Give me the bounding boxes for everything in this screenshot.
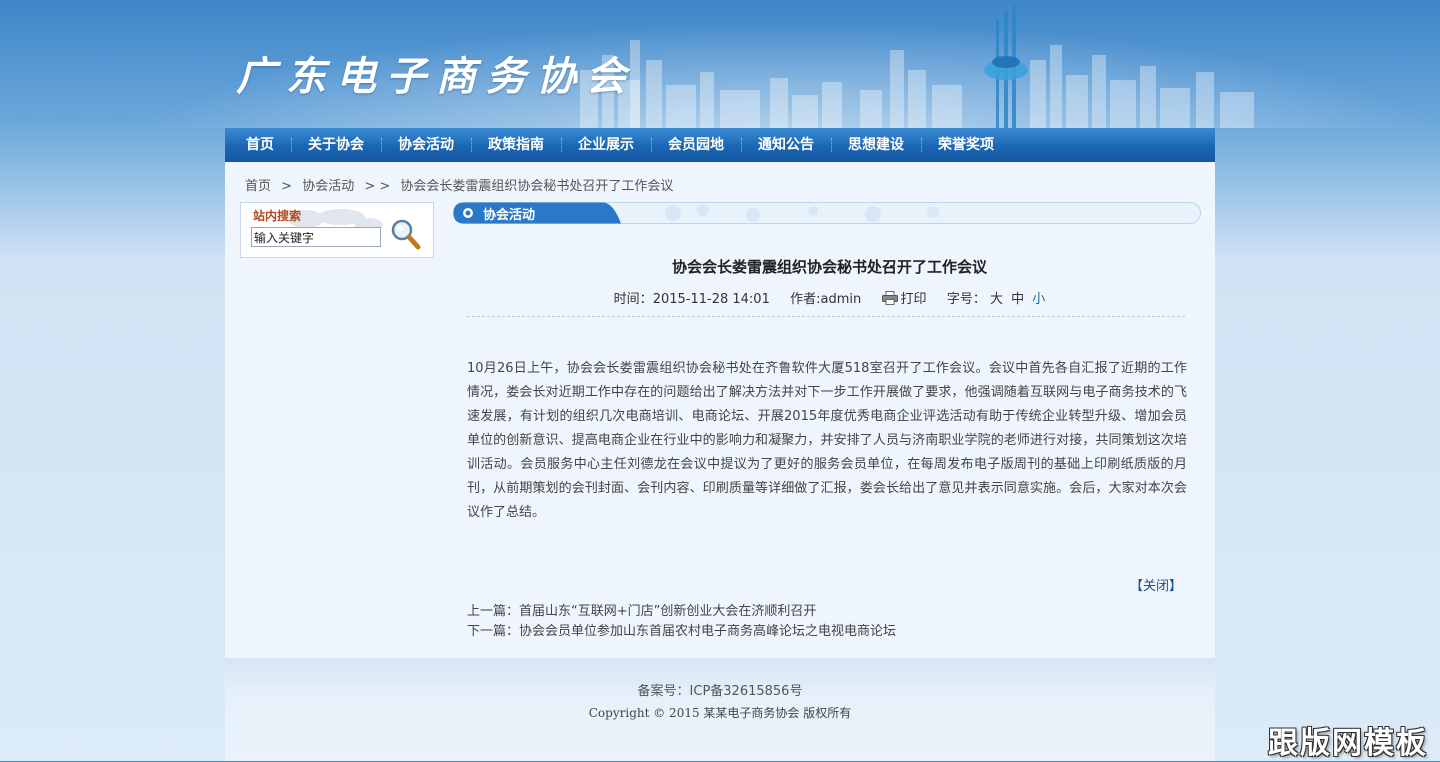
nav-item-home[interactable]: 首页 [229,128,291,162]
prev-label: 上一篇： [467,604,520,619]
author-name: admin [820,292,862,307]
site-header: 广东电子商务协会 [0,0,1440,128]
search-icon[interactable] [389,217,421,251]
print-label: 打印 [900,292,927,307]
nav-item-honors[interactable]: 荣誉奖项 [921,128,1011,162]
printer-icon [881,291,898,305]
nav-item-members[interactable]: 会员园地 [651,128,741,162]
prev-next-links: 上一篇：首届山东“互联网+门店”创新创业大会在济顺利召开 下一篇：协会会员单位参… [467,602,896,642]
watermark-logo: 跟版网模板 [1268,726,1428,761]
time-label: 时间： [613,292,653,307]
prev-article-link[interactable]: 首届山东“互联网+门店”创新创业大会在济顺利召开 [519,604,816,619]
section-title: 协会活动 [483,208,536,223]
nav-item-activities[interactable]: 协会活动 [381,128,471,162]
nav-item-enterprises[interactable]: 企业展示 [561,128,651,162]
close-link[interactable]: 【关闭】 [1130,575,1182,594]
font-size-small[interactable]: 小 [1032,292,1045,307]
copyright: Copyright © 2015 某某电子商务协会 版权所有 [588,706,852,720]
article-title: 协会会长娄雷震组织协会秘书处召开了工作会议 [671,258,987,276]
breadcrumb-separator: > > [364,179,391,194]
nav-item-notices[interactable]: 通知公告 [741,128,831,162]
nav-item-about[interactable]: 关于协会 [291,128,381,162]
city-skyline-illustration [580,5,1254,128]
next-article-link[interactable]: 协会会员单位参加山东首届农村电子商务高峰论坛之电视电商论坛 [519,624,896,639]
font-size-label: 字号： [946,292,986,307]
section-header-background [453,202,1201,224]
breadcrumb-home[interactable]: 首页 [245,179,271,194]
icp-number: 备案号：ICP备32615856号 [637,684,803,699]
section-header: 协会活动 [453,202,1201,224]
main-nav: 首页 关于协会 协会活动 政策指南 企业展示 会员园地 通知公告 思想建设 荣誉… [225,128,1215,162]
site-footer: 备案号：ICP备32615856号 Copyright © 2015 某某电子商… [225,658,1215,761]
nav-item-ideology[interactable]: 思想建设 [831,128,921,162]
tower-landmark [984,5,1028,128]
article-meta: 时间：2015-11-28 14:01 作者:admin 打印 字号： 大 中 … [467,288,1192,307]
content-panel: 首页 > 协会活动 > > 协会会长娄雷震组织协会秘书处召开了工作会议 站内搜索 [225,162,1215,658]
article-body: 10月26日上午，协会会长娄雷震组织协会秘书处在齐鲁软件大厦518室召开了工作会… [467,361,1187,520]
search-input[interactable] [251,227,381,247]
nav-item-policy[interactable]: 政策指南 [471,128,561,162]
next-label: 下一篇： [467,624,520,639]
breadcrumb-category[interactable]: 协会活动 [302,179,354,194]
site-search-box: 站内搜索 [240,202,434,258]
breadcrumb-current: 协会会长娄雷震组织协会秘书处召开了工作会议 [400,179,674,194]
next-article: 下一篇：协会会员单位参加山东首届农村电子商务高峰论坛之电视电商论坛 [467,622,896,642]
breadcrumb-separator: > [281,179,293,194]
meta-divider [467,316,1185,317]
print-button[interactable]: 打印 [881,291,931,307]
search-title: 站内搜索 [253,209,302,223]
font-size-large[interactable]: 大 [990,292,1003,307]
site-title: 广东电子商务协会 [236,53,636,100]
breadcrumb: 首页 > 协会活动 > > 协会会长娄雷震组织协会秘书处召开了工作会议 [245,175,679,194]
font-size-medium[interactable]: 中 [1011,292,1024,307]
prev-article: 上一篇：首届山东“互联网+门店”创新创业大会在济顺利召开 [467,602,896,622]
publish-time: 2015-11-28 14:01 [652,292,770,307]
author-label: 作者: [790,292,821,307]
